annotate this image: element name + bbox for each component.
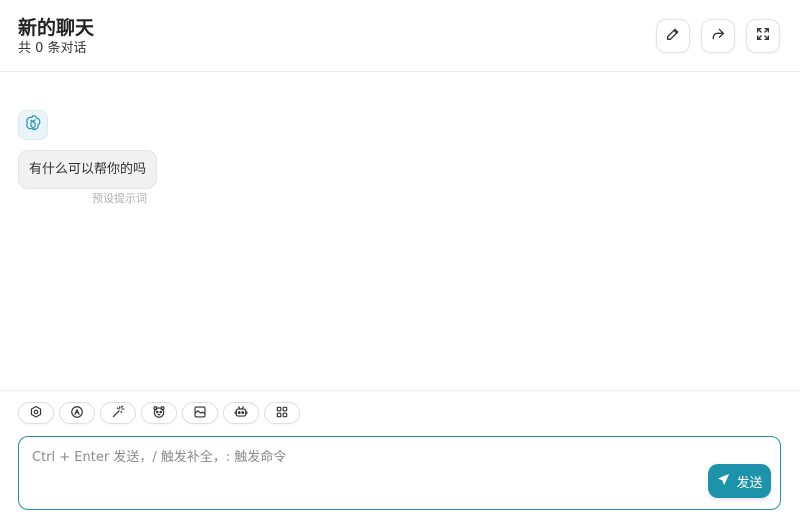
image-icon: [193, 404, 207, 423]
edit-button[interactable]: [656, 19, 690, 53]
message-meta: 预设提示词: [92, 192, 147, 205]
message-input-box: 发送: [18, 436, 781, 510]
chat-header: 新的聊天 共 0 条对话: [0, 0, 800, 72]
openai-logo-icon: [23, 113, 43, 137]
chat-count: 共 0 条对话: [18, 41, 87, 56]
robot-button[interactable]: [223, 402, 259, 424]
grid-icon: [275, 404, 289, 423]
message-bubble: 有什么可以帮你的吗: [18, 150, 158, 189]
prompt-button[interactable]: [100, 402, 136, 424]
theme-icon: [70, 404, 84, 423]
robot-icon: [234, 404, 248, 423]
chat-title[interactable]: 新的聊天: [18, 16, 94, 40]
theme-button[interactable]: [59, 402, 95, 424]
composer-panel: 发送: [0, 390, 800, 525]
assistant-avatar: [18, 110, 48, 140]
send-label: 发送: [736, 475, 763, 491]
mask-button[interactable]: [141, 402, 177, 424]
chat-actions: [18, 402, 300, 424]
share-icon: [710, 26, 726, 46]
mask-icon: [152, 404, 166, 423]
fullscreen-button[interactable]: [746, 19, 780, 53]
share-button[interactable]: [701, 19, 735, 53]
chat-window: 新的聊天 共 0 条对话 有什么可以帮你的吗 预设提示词 Ctrl + Ente…: [0, 0, 800, 525]
message-input[interactable]: [19, 437, 780, 509]
settings-button[interactable]: [18, 402, 54, 424]
settings-icon: [29, 404, 43, 423]
fullscreen-icon: [755, 26, 771, 46]
apps-button[interactable]: [264, 402, 300, 424]
send-icon: [716, 472, 731, 491]
send-button[interactable]: 发送: [708, 464, 771, 498]
magic-wand-icon: [111, 404, 125, 423]
image-button[interactable]: [182, 402, 218, 424]
pencil-icon: [665, 26, 681, 46]
